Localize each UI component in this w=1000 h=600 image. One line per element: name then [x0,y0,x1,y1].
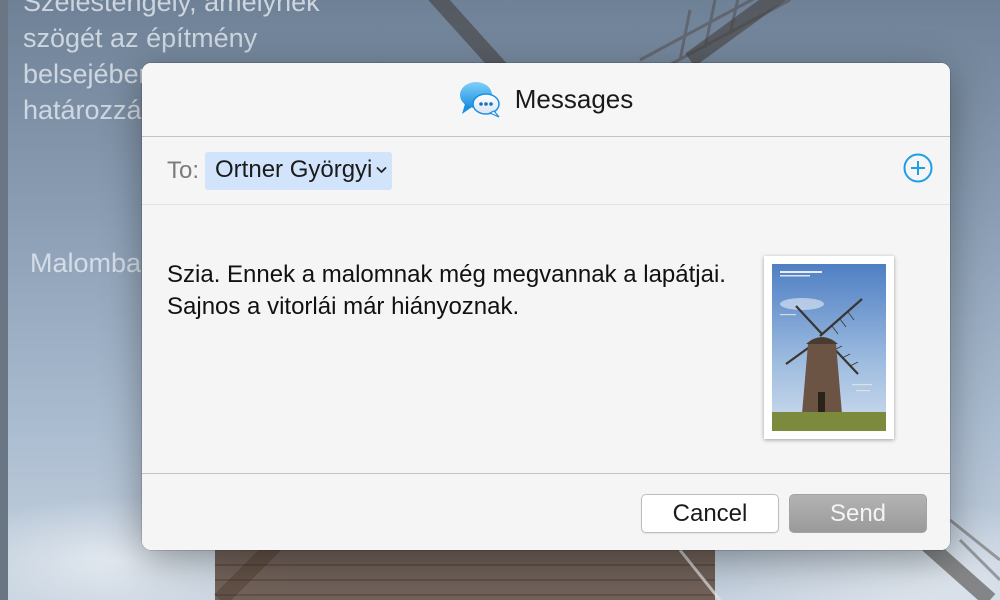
to-label: To: [167,156,200,184]
recipient-name: Ortner Györgyi [215,156,373,183]
add-recipient-button[interactable] [902,152,934,184]
chevron-down-icon [376,167,387,173]
attachment-thumbnail[interactable] [764,256,894,439]
document-thumbnail-image [772,264,886,431]
send-button[interactable]: Send [789,494,927,533]
sheet-footer: Cancel Send [142,473,950,550]
cancel-button[interactable]: Cancel [641,494,779,533]
background-caption: Malomban [30,248,157,278]
sheet-title: Messages [514,84,634,114]
background-paragraph-line: szögét az építmény [23,23,258,53]
background-paragraph-line: Szélestengely, amelynek [23,0,320,17]
window-edge [0,0,8,600]
recipient-row: To: Ortner Györgyi [142,137,950,205]
plus-circle-icon [903,153,933,183]
message-body-field[interactable]: Szia. Ennek a malomnak még megvannak a l… [142,205,950,473]
messages-share-sheet: Messages To: Ortner Györgyi Szia. Ennek … [142,63,950,550]
sheet-header: Messages [142,63,950,137]
messages-bubble-icon [459,81,500,118]
message-text[interactable]: Szia. Ennek a malomnak még megvannak a l… [167,259,727,323]
recipient-token[interactable]: Ortner Györgyi [205,151,393,190]
